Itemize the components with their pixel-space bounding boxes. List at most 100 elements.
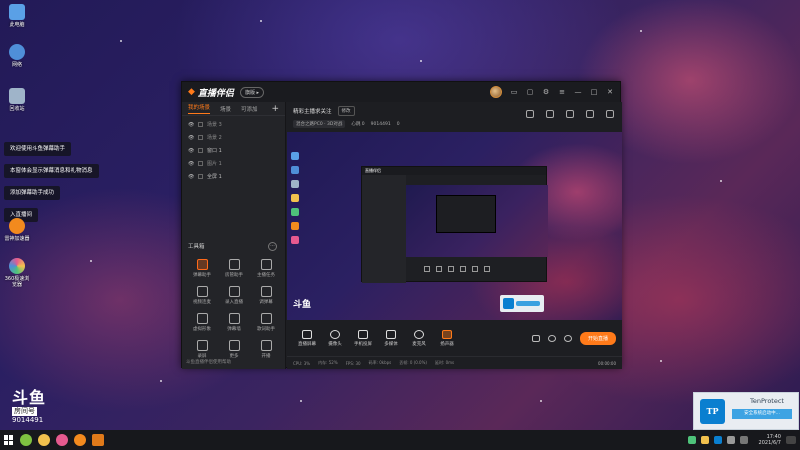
title-bar: ◆ 直播伴侣 旗版 ▸ ▭ ▢ ⚙ ≡ — □ ✕ (182, 82, 620, 102)
eye-icon[interactable]: 👁 (188, 148, 194, 154)
help-link[interactable]: 斗鱼直播伴侣使用帮助 (186, 359, 231, 365)
start-live-button[interactable]: 开始直播 (579, 331, 616, 345)
maximize-icon[interactable]: □ (590, 88, 598, 96)
tool-adjust-danmu[interactable]: 调弹幕 (250, 286, 282, 305)
tenprotect-logo-icon: TP (700, 399, 725, 424)
version-pill[interactable]: 旗版 ▸ (239, 86, 265, 98)
category-pill[interactable]: 混合之路PC0 · 3D对战 (293, 120, 346, 128)
phone-cast-button[interactable]: 手机投屏 (349, 329, 377, 347)
user-avatar[interactable] (490, 86, 502, 98)
video-icon[interactable] (531, 334, 540, 342)
status-bar: CPU: 3% 内存: 52% FPS: 30 码率: 0kbps 丢帧: 0 … (287, 356, 622, 369)
settings-icon[interactable] (563, 334, 572, 342)
bag-icon[interactable] (546, 110, 554, 118)
recycle-bin-icon (291, 180, 299, 188)
share-icon[interactable] (606, 110, 614, 118)
desktop-icon-leishen[interactable]: 雷神加速器 (4, 218, 30, 242)
microphone-button[interactable]: 麦克风 (405, 329, 433, 347)
app-icon[interactable] (38, 434, 50, 446)
record-icon (196, 340, 208, 351)
danmu-settings-icon (260, 286, 272, 297)
firefox-icon[interactable] (74, 434, 86, 446)
tab-addable[interactable]: 可添加 (241, 105, 258, 113)
notification-icon[interactable] (786, 436, 796, 444)
tool-danmu-assistant[interactable]: 弹幕助手 (186, 259, 218, 278)
tool-danmu-wall[interactable]: 弹幕墙 (218, 313, 250, 332)
lock-icon[interactable] (198, 161, 203, 166)
tool-avatar[interactable]: 虚拟形象 (186, 313, 218, 332)
camera-button[interactable]: 摄像头 (321, 329, 349, 347)
lock-icon[interactable] (198, 148, 203, 153)
network-icon[interactable] (739, 436, 748, 444)
start-button[interactable] (4, 435, 14, 445)
lock-icon[interactable] (198, 174, 203, 179)
bell-icon[interactable] (586, 110, 594, 118)
danmu-toast-welcome: 欢迎使用斗鱼弹幕助手 (4, 142, 72, 156)
grid-icon (228, 340, 240, 351)
video-link-icon (196, 286, 208, 297)
scene-item[interactable]: 👁 窗口 1 (182, 144, 285, 157)
app-icon[interactable] (20, 434, 32, 446)
preview-desktop-icons (291, 152, 305, 250)
tab-scenes[interactable]: 场景 (220, 105, 231, 113)
eye-icon[interactable]: 👁 (188, 174, 194, 180)
tool-record[interactable]: 录入直播 (218, 286, 250, 305)
tenprotect-status: 安全系统启动中... (732, 409, 792, 419)
scene-tabs: 我的场景 场景 可添加 + (182, 102, 285, 116)
tool-screen-record[interactable]: 录屏 (186, 340, 218, 359)
screen-icon[interactable]: ▭ (510, 88, 518, 96)
menu-icon[interactable]: ≡ (558, 88, 566, 96)
settings-icon[interactable]: ⚙ (542, 88, 550, 96)
media-button[interactable]: 多媒体 (377, 329, 405, 347)
toolbox-more-button[interactable]: ··· (268, 242, 277, 251)
tray-icon[interactable] (687, 436, 696, 444)
tray-icon[interactable] (713, 436, 722, 444)
tool-streamer-tasks[interactable]: 主播任务 (250, 259, 282, 278)
tray-icon[interactable] (700, 436, 709, 444)
lock-icon[interactable] (198, 135, 203, 140)
volume-icon[interactable] (726, 436, 735, 444)
window-icon[interactable]: ▢ (526, 88, 534, 96)
phone-icon (358, 329, 368, 339)
desktop-icon-this-pc[interactable]: 此电脑 (4, 4, 30, 28)
scene-item[interactable]: 👁 场景 3 (182, 118, 285, 131)
tool-video-link[interactable]: 视频连麦 (186, 286, 218, 305)
desktop-icon-network[interactable]: 网络 (4, 44, 30, 68)
user-icon (228, 259, 240, 270)
camera-icon (330, 329, 340, 339)
eye-icon[interactable]: 👁 (188, 161, 194, 167)
live-companion-taskbar-icon[interactable] (92, 434, 104, 446)
preview-tenprotect (500, 295, 544, 312)
browser-360-icon (9, 258, 25, 274)
screen-capture-button[interactable]: 直播屏幕 (293, 329, 321, 347)
scene-item[interactable]: 👁 全屏 1 (182, 170, 285, 183)
task-icon (260, 259, 272, 270)
speaker-button[interactable]: 扬声器 (433, 329, 461, 347)
clock[interactable]: 17:40 2021/6/7 (759, 434, 781, 446)
tool-more[interactable]: 更多 (218, 340, 250, 359)
tenprotect-popup[interactable]: TP TenProtect 安全系统启动中... (693, 392, 799, 430)
minimize-icon[interactable]: — (574, 88, 582, 96)
eye-icon[interactable]: 👁 (188, 135, 194, 141)
tab-my-scenes[interactable]: 我的场景 (188, 103, 211, 114)
stream-preview[interactable]: 直播伴侣 斗鱼 (287, 132, 622, 320)
lock-icon[interactable] (198, 122, 203, 127)
scene-item[interactable]: 👁 场景 2 (182, 131, 285, 144)
add-scene-button[interactable]: + (271, 104, 279, 114)
desktop-icon-360-browser[interactable]: 360极速浏览器 (4, 258, 30, 288)
tool-room-admin[interactable]: 房管助手 (218, 259, 250, 278)
stream-icon (260, 340, 272, 351)
close-icon[interactable]: ✕ (606, 88, 614, 96)
gift-icon[interactable] (526, 110, 534, 118)
toolbox-title: 工具箱 (188, 244, 205, 250)
tool-lyrics[interactable]: 歌词助手 (250, 313, 282, 332)
eye-icon[interactable]: 👁 (188, 122, 194, 128)
eye-icon[interactable] (547, 334, 556, 342)
scene-item[interactable]: 👁 图片 1 (182, 157, 285, 170)
tool-go-live[interactable]: 开播 (250, 340, 282, 359)
edit-title-button[interactable]: 修改 (337, 106, 355, 116)
browser-360-icon[interactable] (56, 434, 68, 446)
shield-icon[interactable] (566, 110, 574, 118)
desktop-icon-recycle-bin[interactable]: 回收站 (4, 88, 30, 112)
desktop: 此电脑 网络 回收站 欢迎使用斗鱼弹幕助手 本窗体会显示弹幕消息和礼物消息 添加… (0, 0, 800, 430)
